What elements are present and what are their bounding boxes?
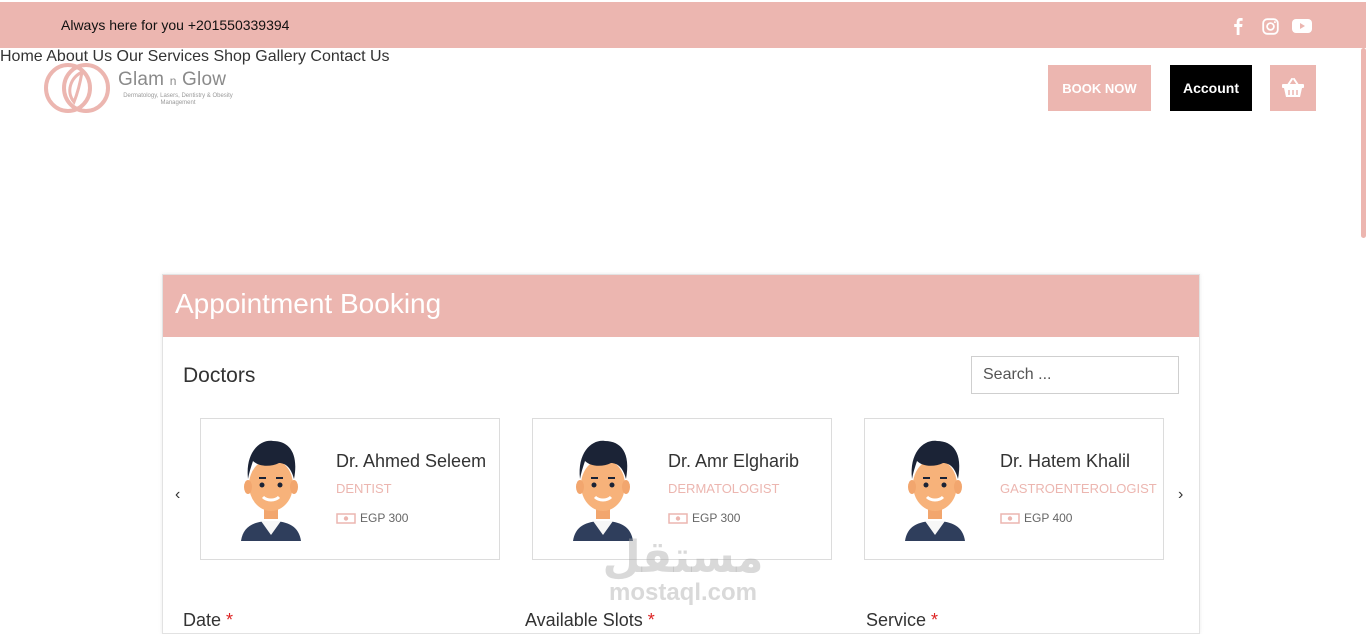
contact-phone-text: Always here for you +201550339394: [61, 17, 290, 33]
brand-name: Glam n Glow: [118, 69, 227, 90]
top-bar: Always here for you +201550339394: [0, 2, 1366, 48]
doctors-heading: Doctors: [183, 364, 256, 387]
doctor-card[interactable]: Dr. Ahmed Seleem DENTIST EGP 300: [200, 418, 500, 560]
nav-contact-us[interactable]: Contact Us: [310, 48, 389, 65]
panel-header: Appointment Booking: [163, 275, 1199, 337]
required-marker: *: [226, 610, 234, 630]
brand-logo[interactable]: Glam n Glow Dermatology, Lasers, Dentist…: [44, 62, 238, 114]
doctor-fee: EGP 400: [1000, 511, 1072, 525]
site-header: Glam n Glow Dermatology, Lasers, Dentist…: [0, 48, 1366, 128]
carousel-prev-icon[interactable]: ‹: [175, 486, 180, 504]
doctor-specialty: DERMATOLOGIST: [668, 481, 780, 496]
nav-gallery[interactable]: Gallery: [255, 48, 306, 65]
money-icon: [1000, 512, 1020, 524]
social-links: [1228, 16, 1312, 36]
youtube-icon[interactable]: [1292, 16, 1312, 36]
doctor-name: Dr. Ahmed Seleem: [336, 451, 487, 471]
watermark-arabic: مستقل: [602, 533, 764, 582]
logo-mark-icon: [44, 63, 110, 113]
page-scrollbar[interactable]: [1361, 48, 1366, 238]
money-icon: [336, 512, 356, 524]
cart-button[interactable]: [1270, 65, 1316, 111]
doctor-avatar-icon: [573, 440, 633, 541]
carousel-next-icon[interactable]: ›: [1178, 486, 1183, 504]
account-button[interactable]: Account: [1170, 65, 1252, 111]
watermark-latin: mostaql.com: [608, 579, 758, 606]
doctor-name: Dr. Amr Elgharib: [668, 451, 800, 471]
doctor-specialty: GASTROENTEROLOGIST: [1000, 481, 1157, 496]
doctor-card[interactable]: Dr. Hatem Khalil GASTROENTEROLOGIST EGP …: [864, 418, 1164, 560]
required-marker: *: [931, 610, 939, 630]
instagram-icon[interactable]: [1260, 16, 1280, 36]
doctor-avatar-icon: [905, 440, 965, 541]
panel-title: Appointment Booking: [175, 288, 442, 319]
watermark: مستقل mostaql.com: [598, 536, 768, 606]
service-field-label: Service *: [866, 610, 939, 630]
doctor-name: Dr. Hatem Khalil: [1000, 451, 1131, 471]
book-now-button[interactable]: BOOK NOW: [1048, 65, 1151, 111]
doctor-fee: EGP 300: [336, 511, 408, 525]
doctor-search-input[interactable]: [971, 356, 1179, 394]
brand-subtitle: Dermatology, Lasers, Dentistry & Obesity…: [123, 93, 233, 106]
available-slots-label: Available Slots *: [525, 610, 655, 630]
facebook-icon[interactable]: [1228, 16, 1248, 36]
basket-icon: [1282, 78, 1304, 97]
doctor-specialty: DENTIST: [336, 481, 392, 496]
nav-home[interactable]: Home: [0, 48, 43, 65]
doctor-avatar-icon: [241, 440, 301, 541]
doctor-fee: EGP 300: [668, 511, 740, 525]
date-field-label: Date *: [183, 610, 234, 630]
required-marker: *: [647, 610, 655, 630]
money-icon: [668, 512, 688, 524]
